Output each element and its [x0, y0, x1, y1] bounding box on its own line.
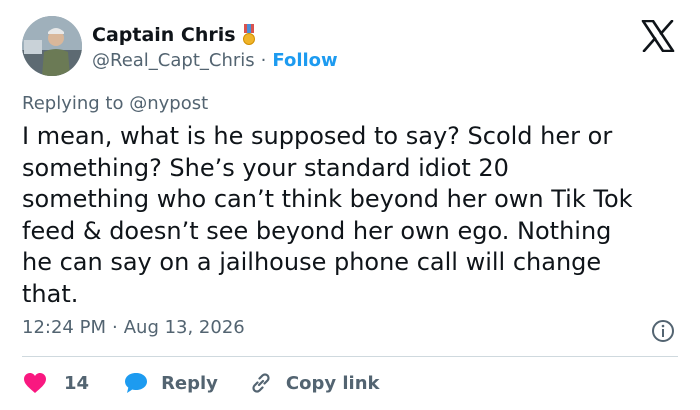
author-handle[interactable]: @Real_Capt_Chris — [92, 50, 255, 71]
handle-separator: · — [260, 49, 267, 71]
action-bar: 14 Reply Copy link — [22, 370, 380, 396]
divider — [22, 356, 678, 357]
tweet-text: I mean, what is he supposed to say? Scol… — [22, 122, 633, 308]
tweet-timestamp[interactable]: 12:24 PM · Aug 13, 2026 — [22, 317, 245, 338]
tweet-time: 12:24 PM — [22, 317, 106, 338]
military-medal-icon — [242, 24, 255, 45]
like-button[interactable]: 14 — [22, 371, 123, 395]
copy-link-label: Copy link — [285, 372, 380, 394]
x-logo-icon[interactable] — [641, 20, 675, 52]
like-count: 14 — [64, 372, 90, 394]
heart-icon — [24, 373, 46, 393]
reply-label: Reply — [161, 372, 218, 394]
link-icon — [252, 373, 270, 393]
copy-link-button[interactable]: Copy link — [248, 371, 380, 395]
follow-button[interactable]: Follow — [272, 50, 337, 71]
reply-button[interactable]: Reply — [123, 371, 248, 395]
avatar-image — [22, 16, 82, 76]
author-handle-row: @Real_Capt_Chris · Follow — [92, 48, 338, 72]
reply-context-prefix: Replying to — [22, 93, 124, 114]
tweet-date: Aug 13, 2026 — [123, 317, 245, 338]
reply-context: Replying to @nypost — [22, 93, 208, 114]
reply-context-mention[interactable]: @nypost — [129, 93, 208, 114]
timestamp-separator: · — [111, 317, 118, 338]
author-name-row: Captain Chris — [92, 22, 256, 48]
author-display-name[interactable]: Captain Chris — [92, 24, 236, 46]
avatar[interactable] — [22, 16, 82, 76]
speech-bubble-icon — [125, 373, 148, 393]
info-icon[interactable] — [651, 319, 675, 343]
